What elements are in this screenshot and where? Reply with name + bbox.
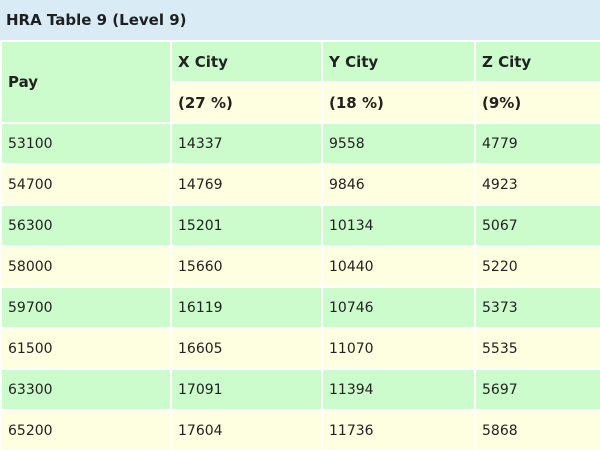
x-city-rate: (27 %) [170, 81, 323, 124]
z-city-cell: 5697 [474, 368, 600, 411]
table-row: 65200 17604 11736 5868 [0, 409, 600, 450]
x-city-cell: 14337 [170, 122, 323, 165]
z-city-cell: 4923 [474, 163, 600, 206]
header-row-city: Pay X City Y City Z City [0, 40, 600, 124]
z-city-cell: 5868 [474, 409, 600, 450]
y-city-header: Y City [321, 40, 476, 83]
x-city-cell: 14769 [170, 163, 323, 206]
hra-table-container: HRA Table 9 (Level 9) Pay X City Y City … [0, 0, 600, 450]
pay-cell: 56300 [0, 204, 172, 247]
x-city-header: X City [170, 40, 323, 83]
y-city-cell: 11736 [321, 409, 476, 450]
z-city-cell: 4779 [474, 122, 600, 165]
z-city-cell: 5535 [474, 327, 600, 370]
z-city-cell: 5220 [474, 245, 600, 288]
pay-column-header: Pay [0, 40, 172, 124]
table-row: 58000 15660 10440 5220 [0, 245, 600, 288]
table-row: 56300 15201 10134 5067 [0, 204, 600, 247]
pay-cell: 61500 [0, 327, 172, 370]
y-city-cell: 9558 [321, 122, 476, 165]
z-city-rate: (9%) [474, 81, 600, 124]
table-caption: HRA Table 9 (Level 9) [0, 0, 600, 40]
x-city-cell: 17604 [170, 409, 323, 450]
x-city-cell: 16119 [170, 286, 323, 329]
pay-cell: 58000 [0, 245, 172, 288]
hra-table: Pay X City Y City Z City (27 %) (18 %) (… [0, 40, 600, 450]
table-row: 59700 16119 10746 5373 [0, 286, 600, 329]
table-body: 53100 14337 9558 4779 54700 14769 9846 4… [0, 122, 600, 450]
y-city-cell: 10134 [321, 204, 476, 247]
x-city-cell: 17091 [170, 368, 323, 411]
y-city-cell: 10440 [321, 245, 476, 288]
x-city-cell: 16605 [170, 327, 323, 370]
x-city-cell: 15201 [170, 204, 323, 247]
pay-cell: 59700 [0, 286, 172, 329]
pay-cell: 53100 [0, 122, 172, 165]
pay-cell: 63300 [0, 368, 172, 411]
z-city-header: Z City [474, 40, 600, 83]
y-city-cell: 9846 [321, 163, 476, 206]
x-city-cell: 15660 [170, 245, 323, 288]
y-city-cell: 11070 [321, 327, 476, 370]
y-city-rate: (18 %) [321, 81, 476, 124]
z-city-cell: 5373 [474, 286, 600, 329]
table-row: 54700 14769 9846 4923 [0, 163, 600, 206]
pay-cell: 54700 [0, 163, 172, 206]
table-row: 53100 14337 9558 4779 [0, 122, 600, 165]
table-row: 61500 16605 11070 5535 [0, 327, 600, 370]
table-header: Pay X City Y City Z City (27 %) (18 %) (… [0, 40, 600, 124]
y-city-cell: 11394 [321, 368, 476, 411]
y-city-cell: 10746 [321, 286, 476, 329]
table-row: 63300 17091 11394 5697 [0, 368, 600, 411]
pay-cell: 65200 [0, 409, 172, 450]
z-city-cell: 5067 [474, 204, 600, 247]
